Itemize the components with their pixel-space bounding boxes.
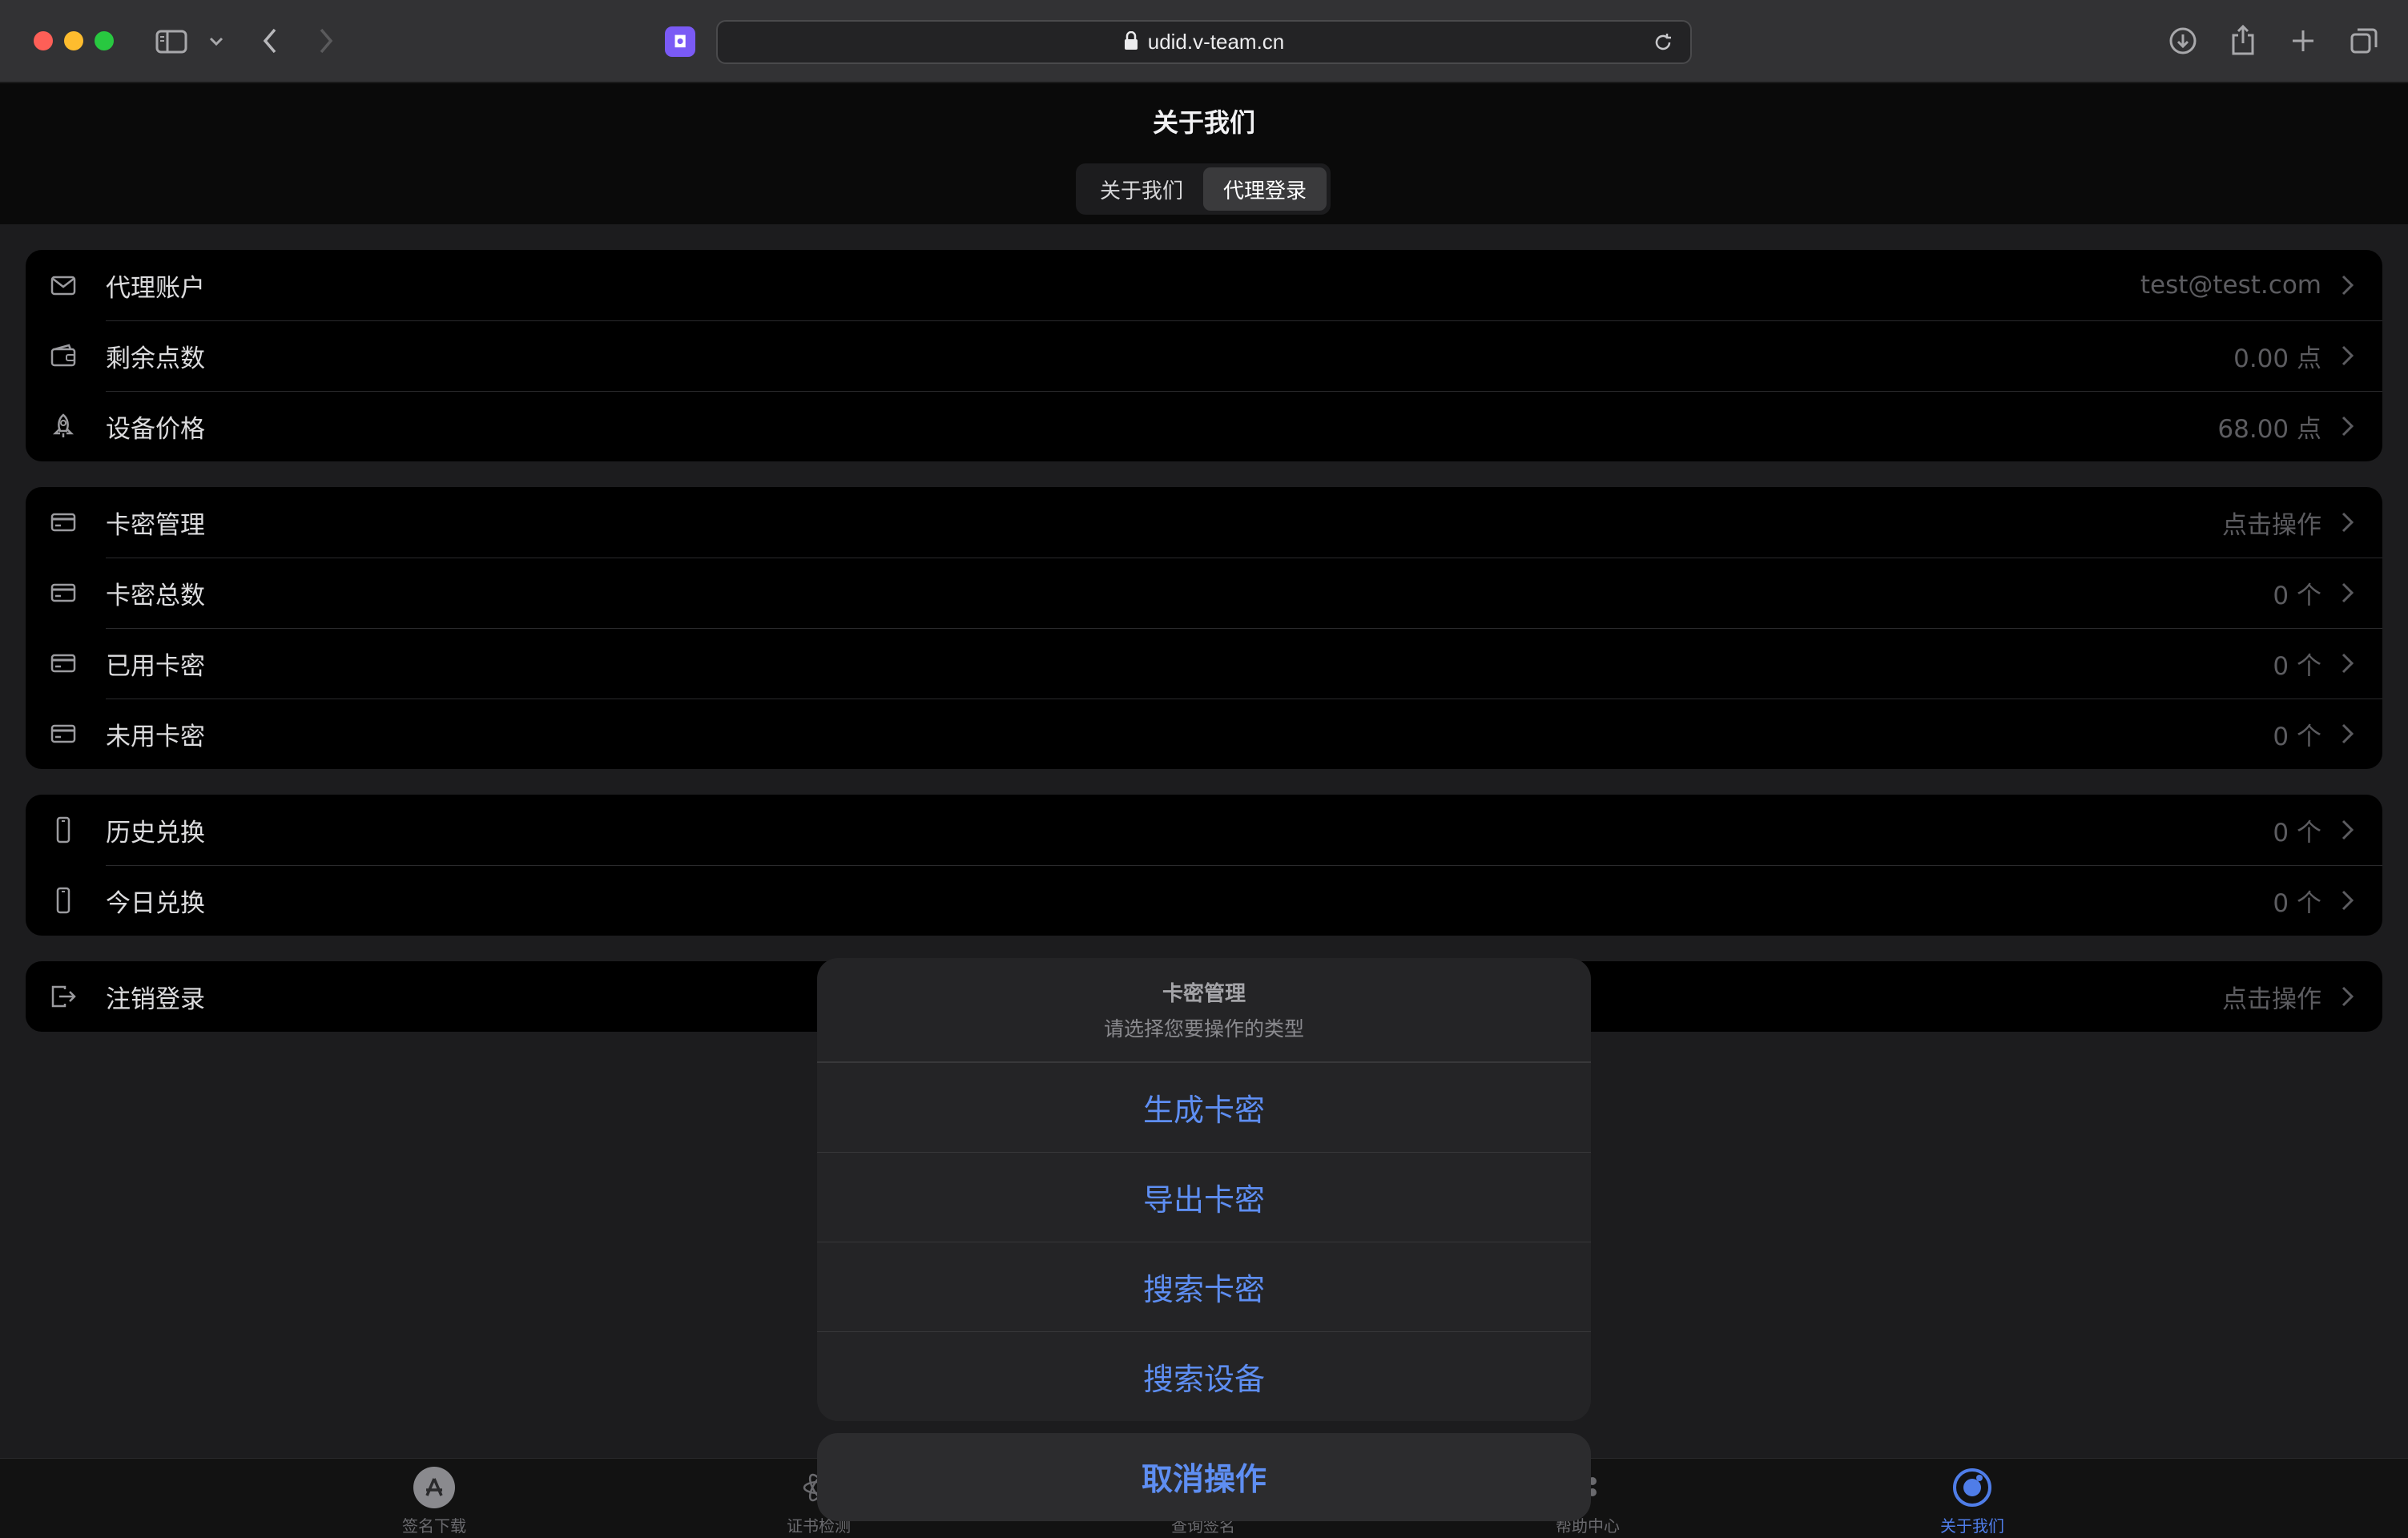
row-value: test@test.com [2140,271,2321,300]
list-row-device-price[interactable]: 设备价格 68.00 点 [26,391,2382,461]
account-group: 代理账户 test@test.com 剩余点数 0.00 点 设备价格 68.0… [26,250,2382,461]
action-sheet-message: 请选择您要操作的类型 [1103,1017,1304,1041]
exchange-group: 历史兑换 0 个 今日兑换 0 个 [26,795,2382,936]
tab-sign-download[interactable]: 签名下载 [354,1467,514,1536]
list-row-agent-account[interactable]: 代理账户 test@test.com [26,250,2382,320]
address-bar[interactable]: udid.v-team.cn [716,20,1692,64]
phone-icon [50,816,77,843]
mail-icon [50,272,77,299]
card-icon [50,720,77,747]
chevron-right-icon [2334,984,2360,1009]
row-label: 卡密总数 [106,581,205,610]
chevron-right-icon [2334,888,2360,913]
back-icon[interactable] [258,26,282,56]
list-row-history-exchange[interactable]: 历史兑换 0 个 [26,795,2382,865]
export-cards-button[interactable]: 导出卡密 [817,1152,1591,1242]
new-tab-icon[interactable] [2288,26,2318,56]
lock-icon [1124,30,1138,54]
logout-icon [50,983,77,1010]
row-label: 今日兑换 [106,888,205,918]
row-label: 设备价格 [106,414,205,444]
row-label: 已用卡密 [106,651,205,681]
card-icon [50,579,77,606]
downloads-icon[interactable] [2166,24,2200,58]
chevron-right-icon [2334,509,2360,535]
chevron-right-icon [2334,817,2360,843]
row-value: 0 个 [2273,888,2321,918]
close-window-button[interactable] [34,31,53,50]
search-devices-button[interactable]: 搜索设备 [817,1331,1591,1421]
forward-icon[interactable] [314,26,338,56]
tab-label: 签名下载 [402,1516,466,1536]
phone-icon [50,887,77,914]
list-row-card-total[interactable]: 卡密总数 0 个 [26,558,2382,628]
minimize-window-button[interactable] [64,31,83,50]
tab-about-us-bottom[interactable]: 关于我们 [1892,1467,2052,1536]
tab-agent-login[interactable]: 代理登录 [1203,167,1327,211]
row-value: 0 个 [2273,651,2321,681]
card-key-group: 卡密管理 点击操作 卡密总数 0 个 已用卡密 0 个 未用卡密 0 个 [26,487,2382,769]
tab-label: 关于我们 [1940,1516,2004,1536]
chevron-down-icon[interactable] [207,30,226,53]
sidebar-toggle-icon[interactable] [155,27,187,56]
segmented-control: 关于我们 代理登录 [1076,163,1331,215]
row-value: 68.00 点 [2217,414,2321,444]
row-value: 0 个 [2273,722,2321,751]
browser-toolbar: ◘ udid.v-team.cn [0,0,2408,83]
page-header: 关于我们 关于我们 代理登录 [0,83,2408,224]
chevron-right-icon [2334,650,2360,676]
app-store-icon [413,1467,455,1508]
about-icon [1951,1467,1993,1508]
chevron-right-icon [2334,580,2360,606]
zoom-window-button[interactable] [95,31,114,50]
wallet-icon [50,342,77,369]
action-sheet-title: 卡密管理 [1162,982,1246,1006]
generate-cards-button[interactable]: 生成卡密 [817,1062,1591,1152]
list-row-today-exchange[interactable]: 今日兑换 0 个 [26,865,2382,936]
page-title: 关于我们 [1152,107,1255,138]
card-icon [50,650,77,677]
row-value: 点击操作 [2222,984,2321,1014]
row-value: 0 个 [2273,818,2321,848]
chevron-right-icon [2334,413,2360,439]
row-value: 点击操作 [2222,510,2321,540]
cancel-button[interactable]: 取消操作 [817,1433,1591,1521]
search-cards-button[interactable]: 搜索卡密 [817,1242,1591,1331]
url-text: udid.v-team.cn [1147,30,1285,54]
chevron-right-icon [2334,272,2360,298]
share-icon[interactable] [2227,22,2259,58]
row-label: 未用卡密 [106,722,205,751]
action-sheet: 卡密管理 请选择您要操作的类型 生成卡密 导出卡密 搜索卡密 搜索设备 [817,958,1591,1421]
row-label: 历史兑换 [106,818,205,848]
chevron-right-icon [2334,343,2360,368]
rocket-icon [50,413,77,440]
reload-icon[interactable] [1652,31,1674,57]
row-label: 剩余点数 [106,344,205,373]
row-value: 0 个 [2273,581,2321,610]
row-value: 0.00 点 [2233,344,2321,373]
tab-overview-icon[interactable] [2347,24,2381,58]
chevron-right-icon [2334,721,2360,747]
card-icon [50,509,77,536]
row-label: 代理账户 [106,273,205,303]
row-label: 卡密管理 [106,510,205,540]
row-label: 注销登录 [106,984,205,1014]
extension-icon[interactable]: ◘ [665,26,695,57]
list-row-unused-cards[interactable]: 未用卡密 0 个 [26,699,2382,769]
action-sheet-header: 卡密管理 请选择您要操作的类型 [817,958,1591,1062]
list-row-remaining-points[interactable]: 剩余点数 0.00 点 [26,320,2382,391]
list-row-used-cards[interactable]: 已用卡密 0 个 [26,628,2382,699]
list-row-card-management[interactable]: 卡密管理 点击操作 [26,487,2382,558]
tab-about-us[interactable]: 关于我们 [1080,167,1203,211]
